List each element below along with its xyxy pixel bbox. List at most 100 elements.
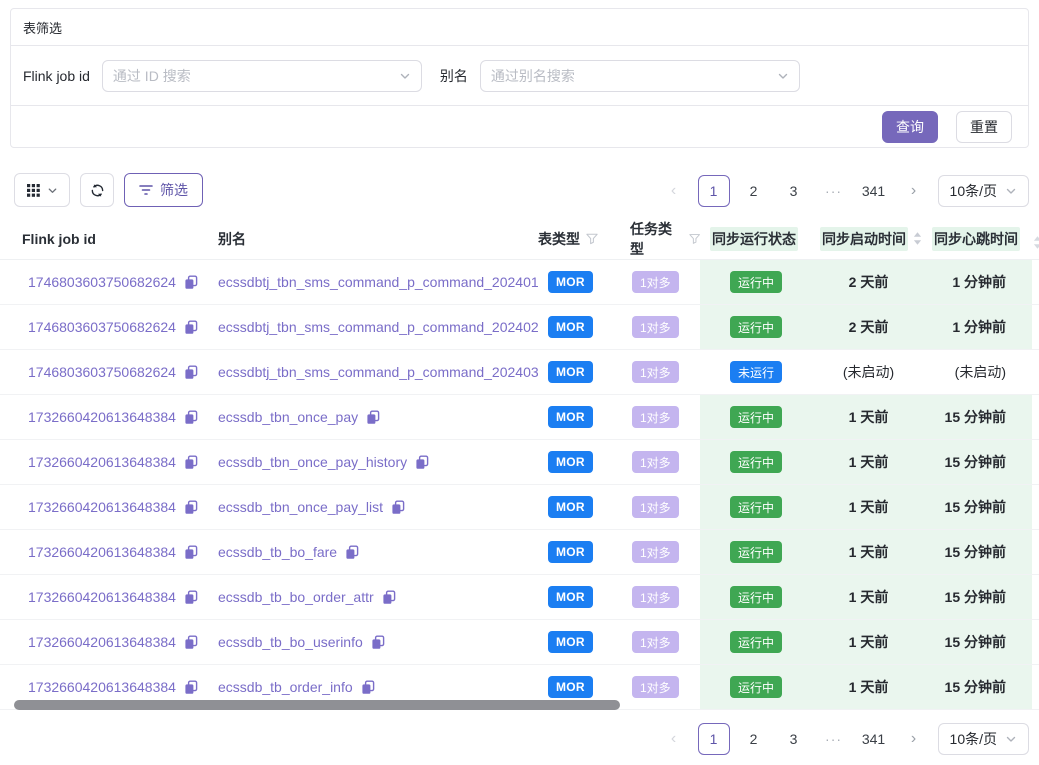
task-type-tag: 1对多 (632, 271, 679, 293)
copy-icon[interactable] (361, 680, 375, 695)
pagination-page-3[interactable]: 3 (778, 723, 810, 755)
table-type-tag: MOR (548, 451, 593, 473)
pagination-page-2[interactable]: 2 (738, 175, 770, 207)
copy-icon[interactable] (184, 545, 198, 560)
pagination-next-button[interactable]: › (898, 175, 930, 207)
heartbeat-time-value: 15 分钟前 (945, 407, 1006, 427)
pagination-prev-button[interactable]: ‹ (658, 723, 690, 755)
copy-icon[interactable] (184, 635, 198, 650)
start-time-value: 1 天前 (849, 587, 889, 607)
copy-icon[interactable] (371, 635, 385, 650)
copy-icon[interactable] (184, 680, 198, 695)
alias-link[interactable]: ecssdb_tb_bo_fare (218, 544, 337, 560)
flink-job-id-link[interactable]: 1732660420613648384 (28, 409, 176, 425)
table-type-tag: MOR (548, 676, 593, 698)
copy-icon[interactable] (184, 365, 198, 380)
filter-button[interactable]: 筛选 (124, 173, 203, 207)
sync-status-cell: 运行中 (700, 485, 812, 529)
col-header-sync-status[interactable]: 同步运行状态 (700, 218, 812, 259)
flink-job-id-cell: 1746803603750682624 (0, 260, 218, 304)
sorter-icon[interactable] (913, 232, 922, 245)
alias-link[interactable]: ecssdbtj_tbn_sms_command_p_command_20240… (218, 364, 539, 380)
flink-job-id-link[interactable]: 1732660420613648384 (28, 499, 176, 515)
alias-cell: ecssdb_tb_bo_userinfo (218, 620, 538, 664)
flink-job-id-link[interactable]: 1732660420613648384 (28, 454, 176, 470)
sync-start-time-cell: 1 天前 (812, 620, 925, 664)
sync-start-time-cell: 2 天前 (812, 260, 925, 304)
copy-icon[interactable] (184, 320, 198, 335)
heartbeat-time-value: 15 分钟前 (945, 677, 1006, 697)
column-settings-button[interactable] (14, 173, 70, 207)
copy-icon[interactable] (184, 500, 198, 515)
copy-icon[interactable] (184, 590, 198, 605)
alias-link[interactable]: ecssdb_tb_bo_userinfo (218, 634, 363, 650)
table-row: 1732660420613648384 ecssdb_tbn_once_pay_… (0, 440, 1039, 485)
alias-select[interactable]: 通过别名搜索 (480, 60, 800, 92)
start-time-value: 1 天前 (849, 677, 889, 697)
page-size-select[interactable]: 10条/页 (938, 175, 1029, 207)
pagination-ellipsis[interactable]: ··· (818, 723, 850, 755)
start-time-value: 2 天前 (849, 317, 889, 337)
flink-job-id-select[interactable]: 通过 ID 搜索 (102, 60, 422, 92)
col-header-task-type[interactable]: 任务类型 (620, 218, 700, 259)
col-header-sync-heartbeat-time[interactable]: 同步心跳时间 (925, 218, 1039, 259)
reset-button[interactable]: 重置 (956, 111, 1012, 143)
copy-icon[interactable] (184, 410, 198, 425)
flink-job-id-link[interactable]: 1732660420613648384 (28, 679, 176, 695)
alias-cell: ecssdb_tb_bo_fare (218, 530, 538, 574)
flink-job-id-link[interactable]: 1746803603750682624 (28, 274, 176, 290)
filter-lines-icon (139, 184, 153, 196)
sync-heartbeat-time-cell: 15 分钟前 (925, 485, 1039, 529)
alias-link[interactable]: ecssdb_tbn_once_pay_list (218, 499, 383, 515)
table-type-tag: MOR (548, 316, 593, 338)
alias-link[interactable]: ecssdbtj_tbn_sms_command_p_command_20240… (218, 274, 539, 290)
flink-job-id-link[interactable]: 1732660420613648384 (28, 634, 176, 650)
refresh-icon (90, 183, 105, 198)
flink-job-id-cell: 1732660420613648384 (0, 530, 218, 574)
sorter-icon[interactable] (1033, 236, 1039, 249)
query-button[interactable]: 查询 (882, 111, 938, 143)
copy-icon[interactable] (391, 500, 405, 515)
alias-link[interactable]: ecssdb_tbn_once_pay (218, 409, 358, 425)
alias-link[interactable]: ecssdb_tb_bo_order_attr (218, 589, 374, 605)
col-header-sync-start-time[interactable]: 同步启动时间 (812, 218, 925, 259)
flink-job-id-link[interactable]: 1746803603750682624 (28, 319, 176, 335)
alias-link[interactable]: ecssdbtj_tbn_sms_command_p_command_20240… (218, 319, 539, 335)
col-header-alias[interactable]: 别名 (218, 218, 538, 259)
alias-link[interactable]: ecssdb_tbn_once_pay_history (218, 454, 407, 470)
flink-job-id-link[interactable]: 1732660420613648384 (28, 544, 176, 560)
pagination-ellipsis[interactable]: ··· (818, 175, 850, 207)
copy-icon[interactable] (415, 455, 429, 470)
copy-icon[interactable] (382, 590, 396, 605)
flink-job-id-link[interactable]: 1746803603750682624 (28, 364, 176, 380)
alias-cell: ecssdb_tbn_once_pay_history (218, 440, 538, 484)
flink-job-id-link[interactable]: 1732660420613648384 (28, 589, 176, 605)
col-header-flink-job-id[interactable]: Flink job id (0, 218, 218, 259)
filter-funnel-icon[interactable] (586, 233, 598, 245)
alias-link[interactable]: ecssdb_tb_order_info (218, 679, 353, 695)
pagination-next-button[interactable]: › (898, 723, 930, 755)
table-type-tag: MOR (548, 361, 593, 383)
table-type-cell: MOR (538, 620, 620, 664)
refresh-button[interactable] (80, 173, 114, 207)
copy-icon[interactable] (184, 275, 198, 290)
horizontal-scrollbar[interactable] (14, 700, 620, 710)
filter-funnel-icon[interactable] (689, 233, 700, 245)
pagination-prev-button[interactable]: ‹ (658, 175, 690, 207)
table-type-cell: MOR (538, 440, 620, 484)
col-header-table-type[interactable]: 表类型 (538, 218, 620, 259)
pagination-page-1[interactable]: 1 (698, 723, 730, 755)
table-type-cell: MOR (538, 305, 620, 349)
task-type-cell: 1对多 (620, 485, 700, 529)
page-size-label: 10条/页 (950, 729, 997, 749)
copy-icon[interactable] (366, 410, 380, 425)
copy-icon[interactable] (184, 455, 198, 470)
pagination-page-3[interactable]: 3 (778, 175, 810, 207)
pagination-page-2[interactable]: 2 (738, 723, 770, 755)
pagination-page-341[interactable]: 341 (858, 723, 890, 755)
page-size-select[interactable]: 10条/页 (938, 723, 1029, 755)
heartbeat-time-value: (未启动) (955, 362, 1006, 382)
pagination-page-341[interactable]: 341 (858, 175, 890, 207)
pagination-page-1[interactable]: 1 (698, 175, 730, 207)
copy-icon[interactable] (345, 545, 359, 560)
